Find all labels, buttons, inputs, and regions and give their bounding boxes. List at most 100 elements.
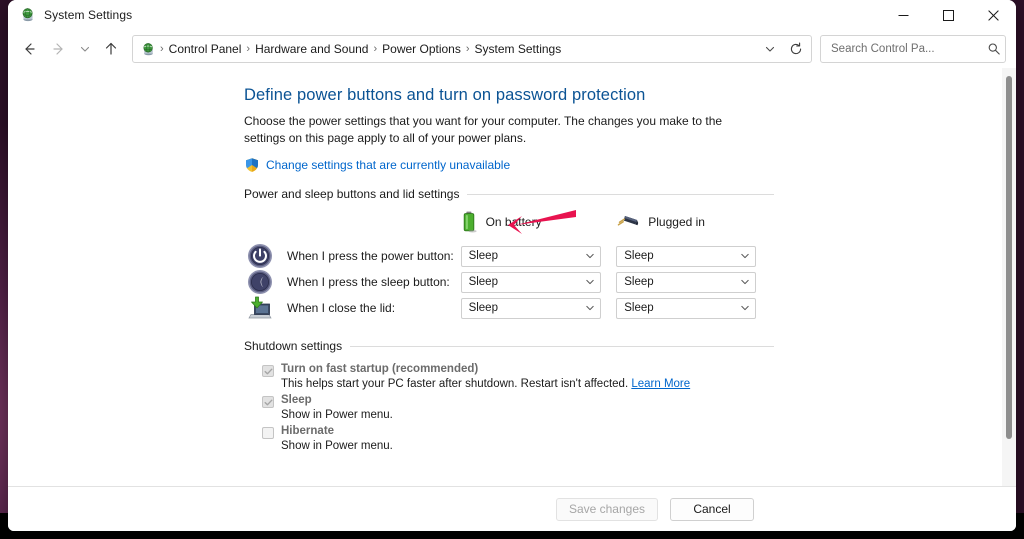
shutdown-section-label: Shutdown settings (244, 339, 343, 354)
forward-arrow-icon (53, 43, 63, 55)
power-plug-icon (618, 216, 639, 226)
dialog-footer: Save changes Cancel (8, 486, 1016, 531)
close-lid-on-battery-select[interactable]: Sleep (460, 297, 601, 319)
chevron-down-icon (585, 253, 594, 259)
chevron-down-icon (741, 305, 749, 311)
maximize-icon (943, 9, 954, 21)
table-row: When I press the power button: Sleep Sle… (247, 243, 762, 269)
address-bar[interactable]: › Control Panel › Hardware and Sound › P… (132, 35, 812, 63)
column-header-plugged-in: Plugged in (616, 211, 762, 243)
checkmark-icon (264, 368, 272, 375)
page-title: Define power buttons and turn on passwor… (244, 86, 646, 104)
breadcrumb-item-system-settings[interactable]: System Settings (471, 40, 566, 58)
previous-locations-button[interactable] (757, 36, 783, 62)
chevron-down-icon (585, 305, 594, 311)
power-button-plugged-in-select[interactable]: Sleep (616, 245, 757, 267)
shutdown-options: Turn on fast startup (recommended) This … (262, 363, 774, 452)
cancel-button[interactable]: Cancel (670, 497, 754, 521)
table-row: When I press the sleep button: Sleep Sle… (247, 269, 762, 295)
hibernate-checkbox[interactable] (262, 427, 274, 440)
fast-startup-description-text: This helps start your PC faster after sh… (281, 378, 629, 391)
forward-button[interactable] (44, 34, 74, 64)
search-icon[interactable] (987, 42, 1001, 56)
sleep-button-row-label: When I press the sleep button: (287, 275, 450, 290)
search-box[interactable] (820, 35, 1006, 63)
power-button-icon (248, 244, 272, 269)
hibernate-label: Hibernate (281, 425, 335, 438)
page-intro-text: Choose the power settings that you want … (244, 114, 723, 146)
chevron-down-icon (585, 279, 594, 285)
recent-locations-button[interactable] (74, 34, 96, 64)
hibernate-description: Show in Power menu. (281, 440, 393, 453)
sleep-button-plugged-in-select[interactable]: Sleep (616, 271, 757, 293)
up-arrow-icon (105, 42, 117, 55)
navigation-bar: › Control Panel › Hardware and Sound › P… (8, 30, 1016, 68)
column-header-on-battery: On battery (461, 211, 607, 243)
section-divider (350, 345, 774, 347)
table-row: When I close the lid: Sleep Sleep (247, 295, 762, 321)
minimize-icon (898, 14, 909, 16)
learn-more-link[interactable]: Learn More (631, 378, 690, 390)
close-lid-plugged-in-select[interactable]: Sleep (616, 297, 757, 319)
fast-startup-checkbox[interactable] (262, 365, 274, 378)
close-button[interactable] (971, 0, 1016, 30)
chevron-down-icon (765, 46, 775, 52)
sleep-checkbox-row[interactable]: Sleep (262, 394, 774, 409)
sleep-button-on-battery-select[interactable]: Sleep (460, 271, 601, 293)
refresh-icon (790, 42, 802, 55)
window-controls (881, 0, 1016, 30)
maximize-button[interactable] (926, 0, 971, 30)
breadcrumb-separator: › (465, 43, 470, 55)
power-button-on-battery-select[interactable]: Sleep (460, 245, 601, 267)
chevron-down-icon (80, 46, 90, 52)
chevron-down-icon (741, 279, 749, 285)
search-input[interactable] (829, 42, 987, 56)
power-section-header: Power and sleep buttons and lid settings (244, 187, 774, 201)
change-unavailable-settings-link[interactable]: Change settings that are currently unava… (266, 158, 510, 172)
breadcrumb-item-control-panel[interactable]: Control Panel (165, 40, 246, 58)
close-lid-row-label: When I close the lid: (287, 301, 396, 316)
hibernate-checkbox-row[interactable]: Hibernate (262, 425, 774, 440)
breadcrumb: › Control Panel › Hardware and Sound › P… (141, 40, 757, 58)
close-icon (988, 9, 999, 21)
breadcrumb-item-hardware-and-sound[interactable]: Hardware and Sound (251, 40, 372, 58)
up-level-button[interactable] (96, 34, 126, 64)
select-value: Sleep (624, 250, 654, 263)
table-header-row: On battery Plugged in (247, 211, 762, 243)
battery-icon (463, 211, 477, 233)
scrollbar-thumb[interactable] (1006, 76, 1012, 439)
plugged-in-label: Plugged in (648, 215, 705, 230)
select-value: Sleep (468, 250, 498, 263)
shutdown-section-header: Shutdown settings (244, 339, 774, 353)
breadcrumb-item-power-options[interactable]: Power Options (378, 40, 465, 58)
power-button-row-label: When I press the power button: (287, 249, 454, 264)
vertical-scrollbar[interactable] (1002, 68, 1016, 486)
laptop-lid-icon (248, 296, 272, 319)
power-settings-table: On battery Plugged in When I press the p… (247, 211, 762, 321)
chevron-down-icon (741, 253, 749, 259)
system-settings-icon (22, 8, 33, 22)
sleep-description: Show in Power menu. (281, 409, 393, 422)
sleep-checkbox[interactable] (262, 396, 274, 409)
select-value: Sleep (624, 302, 654, 315)
back-button[interactable] (14, 34, 44, 64)
system-settings-window: System Settings › Control Panel › Hardwa… (8, 0, 1016, 531)
section-divider (467, 193, 774, 195)
fast-startup-checkbox-row[interactable]: Turn on fast startup (recommended) (262, 363, 774, 378)
content-area: Define power buttons and turn on passwor… (8, 68, 1016, 486)
refresh-button[interactable] (783, 36, 809, 62)
back-arrow-icon (25, 43, 35, 55)
settings-pane: Define power buttons and turn on passwor… (8, 68, 1002, 486)
fast-startup-description: This helps start your PC faster after sh… (281, 378, 774, 390)
sleep-label: Sleep (281, 394, 312, 407)
minimize-button[interactable] (881, 0, 926, 30)
select-value: Sleep (624, 276, 654, 289)
save-changes-button[interactable]: Save changes (555, 497, 658, 521)
fast-startup-label: Turn on fast startup (recommended) (281, 363, 479, 376)
title-bar: System Settings (8, 0, 1016, 30)
uac-shield-icon (246, 158, 258, 172)
window-title: System Settings (44, 8, 133, 22)
power-section-label: Power and sleep buttons and lid settings (244, 187, 460, 202)
checkmark-icon (264, 399, 272, 406)
select-value: Sleep (468, 302, 498, 315)
